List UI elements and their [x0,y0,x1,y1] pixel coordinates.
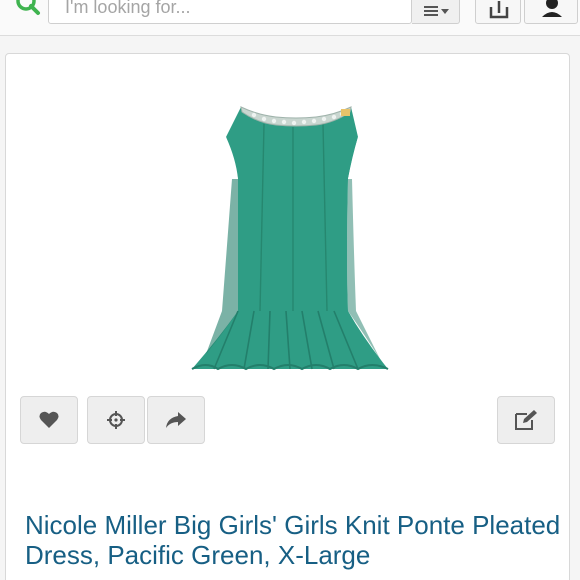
bundle-button[interactable] [87,396,145,444]
menu-dropdown-icon [424,6,449,16]
listing-page: I'm looking for... Nicole Miller Big Gir… [0,0,580,580]
share-upload-icon [489,1,509,19]
filter-button[interactable] [412,0,460,24]
like-button[interactable] [20,396,78,444]
share-button[interactable] [475,0,521,24]
share-arrow-icon [166,412,186,428]
search-input[interactable]: I'm looking for... [48,0,412,24]
edit-icon [515,410,537,430]
magnifier-logo-icon[interactable] [14,0,44,22]
profile-button[interactable] [524,0,578,24]
heart-icon [39,411,59,428]
person-icon [542,0,562,17]
crosshair-icon [107,411,125,429]
product-image[interactable] [166,79,426,399]
listing-title: Nicole Miller Big Girls' Girls Knit Pont… [25,510,561,570]
listing-card: Nicole Miller Big Girls' Girls Knit Pont… [5,53,570,580]
edit-button[interactable] [497,396,555,444]
top-bar: I'm looking for... [0,0,580,36]
share-listing-button[interactable] [147,396,205,444]
